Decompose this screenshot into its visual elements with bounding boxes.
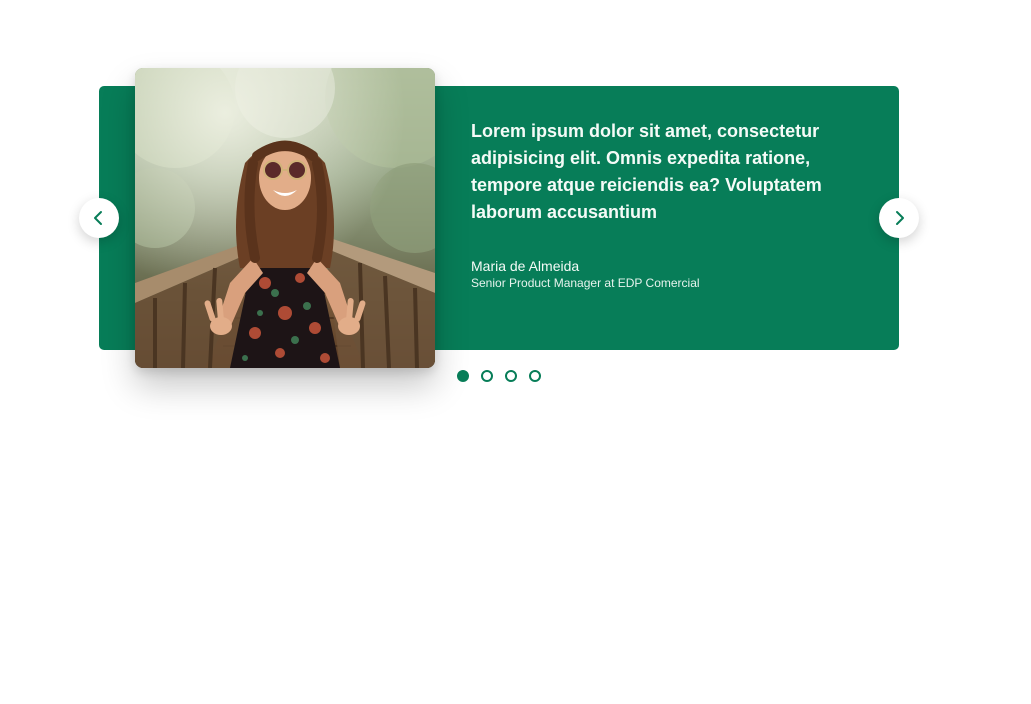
- slide-pagination: [457, 370, 541, 382]
- chevron-left-icon: [92, 210, 106, 226]
- author-name: Maria de Almeida: [471, 258, 580, 274]
- pagination-dot[interactable]: [457, 370, 469, 382]
- pagination-dot[interactable]: [481, 370, 493, 382]
- pagination-dot[interactable]: [505, 370, 517, 382]
- next-slide-button[interactable]: [879, 198, 919, 238]
- testimonial-carousel: Lorem ipsum dolor sit amet, consectetur …: [0, 0, 1031, 704]
- chevron-right-icon: [892, 210, 906, 226]
- author-role: Senior Product Manager at EDP Comercial: [471, 276, 700, 290]
- pagination-dot[interactable]: [529, 370, 541, 382]
- testimonial-quote: Lorem ipsum dolor sit amet, consectetur …: [471, 121, 822, 222]
- previous-slide-button[interactable]: [79, 198, 119, 238]
- testimonial-photo: [135, 68, 435, 368]
